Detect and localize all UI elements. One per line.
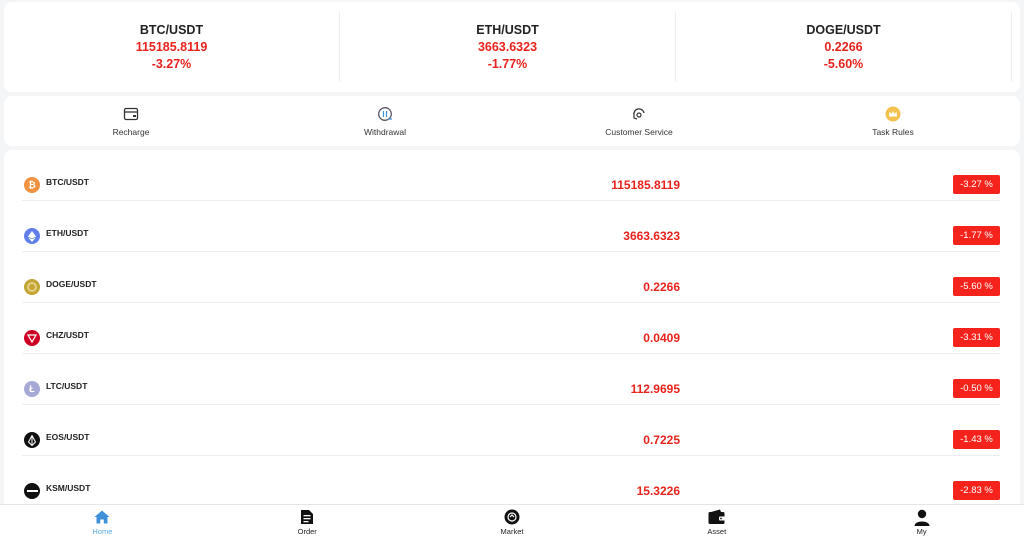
ticker-change: -3.27% bbox=[151, 56, 192, 71]
market-symbol: KSM/USDT bbox=[46, 483, 91, 493]
ticker-price: 0.2266 bbox=[824, 39, 863, 54]
chiliz-icon bbox=[24, 330, 40, 346]
ticker-price: 3663.6323 bbox=[477, 39, 538, 54]
market-icon bbox=[503, 508, 521, 526]
ticker-price: 115185.8119 bbox=[135, 39, 208, 54]
market-symbol: CHZ/USDT bbox=[46, 330, 89, 340]
nav-market[interactable]: Market bbox=[410, 505, 615, 539]
nav-my-label: My bbox=[916, 527, 927, 536]
nav-home[interactable]: Home bbox=[0, 505, 205, 539]
order-document-icon bbox=[298, 508, 316, 526]
market-row-ltc[interactable]: Ł LTC/USDT 112.9695 -0.50 % bbox=[22, 354, 1000, 405]
ticker-pair: ETH/USDT bbox=[476, 22, 539, 37]
market-list: ₿ BTC/USDT 115185.8119 -3.27 % ETH/USDT … bbox=[4, 150, 1020, 504]
market-price: 15.3226 bbox=[636, 484, 680, 498]
change-badge: -3.31 % bbox=[953, 328, 1000, 347]
change-badge: -1.43 % bbox=[953, 430, 1000, 449]
headset-icon bbox=[630, 105, 648, 123]
nav-order[interactable]: Order bbox=[205, 505, 410, 539]
change-badge: -5.60 % bbox=[953, 277, 1000, 296]
market-price: 3663.6323 bbox=[623, 229, 680, 243]
ticker-change: -1.77% bbox=[487, 56, 528, 71]
change-badge: -2.83 % bbox=[953, 481, 1000, 500]
coin-withdraw-icon bbox=[376, 105, 394, 123]
market-symbol: ETH/USDT bbox=[46, 228, 89, 238]
withdrawal-label: Withdrawal bbox=[363, 127, 407, 137]
market-price: 115185.8119 bbox=[611, 178, 680, 192]
ticker-btc[interactable]: BTC/USDT 115185.8119 -3.27% bbox=[4, 12, 340, 82]
market-symbol: LTC/USDT bbox=[46, 381, 88, 391]
market-symbol: DOGE/USDT bbox=[46, 279, 97, 289]
quick-actions: Recharge Withdrawal Customer Service Tas… bbox=[4, 96, 1020, 146]
ethereum-icon bbox=[24, 228, 40, 244]
ticker-summary: BTC/USDT 115185.8119 -3.27% ETH/USDT 366… bbox=[4, 2, 1020, 92]
bottom-nav: Home Order Market Asset My bbox=[0, 504, 1024, 539]
market-row-eth[interactable]: ETH/USDT 3663.6323 -1.77 % bbox=[22, 201, 1000, 252]
bitcoin-icon: ₿ bbox=[24, 177, 40, 193]
market-row-eos[interactable]: EOS/USDT 0.7225 -1.43 % bbox=[22, 405, 1000, 456]
home-icon bbox=[93, 508, 111, 526]
user-icon bbox=[913, 508, 931, 526]
eos-icon bbox=[24, 432, 40, 448]
withdrawal-button[interactable]: Withdrawal bbox=[258, 96, 512, 146]
ticker-pair: DOGE/USDT bbox=[806, 22, 881, 37]
nav-order-label: Order bbox=[297, 527, 317, 536]
nav-my[interactable]: My bbox=[819, 505, 1024, 539]
market-price: 0.7225 bbox=[643, 433, 680, 447]
market-price: 0.0409 bbox=[643, 331, 680, 345]
ticker-eth[interactable]: ETH/USDT 3663.6323 -1.77% bbox=[340, 12, 676, 82]
customer-service-label: Customer Service bbox=[605, 127, 673, 137]
nav-asset-label: Asset bbox=[707, 527, 727, 536]
change-badge: -3.27 % bbox=[953, 175, 1000, 194]
task-rules-button[interactable]: Task Rules bbox=[766, 96, 1020, 146]
task-rules-label: Task Rules bbox=[872, 127, 914, 137]
market-symbol: BTC/USDT bbox=[46, 177, 89, 187]
change-badge: -0.50 % bbox=[953, 379, 1000, 398]
litecoin-icon: Ł bbox=[24, 381, 40, 397]
market-price: 112.9695 bbox=[630, 382, 680, 396]
market-symbol: EOS/USDT bbox=[46, 432, 90, 442]
ticker-change: -5.60% bbox=[823, 56, 864, 71]
ticker-pair: BTC/USDT bbox=[139, 22, 204, 37]
crown-icon bbox=[884, 105, 902, 123]
nav-market-label: Market bbox=[500, 527, 524, 536]
recharge-button[interactable]: Recharge bbox=[4, 96, 258, 146]
market-row-ksm[interactable]: KSM/USDT 15.3226 -2.83 % bbox=[22, 456, 1000, 504]
nav-asset[interactable]: Asset bbox=[614, 505, 819, 539]
market-row-btc[interactable]: ₿ BTC/USDT 115185.8119 -3.27 % bbox=[22, 150, 1000, 201]
recharge-label: Recharge bbox=[112, 127, 150, 137]
market-price: 0.2266 bbox=[643, 280, 680, 294]
change-badge: -1.77 % bbox=[953, 226, 1000, 245]
ticker-doge[interactable]: DOGE/USDT 0.2266 -5.60% bbox=[676, 12, 1012, 82]
wallet-icon bbox=[708, 508, 726, 526]
market-row-doge[interactable]: DOGE/USDT 0.2266 -5.60 % bbox=[22, 252, 1000, 303]
wallet-card-icon bbox=[122, 105, 140, 123]
kusama-icon bbox=[24, 483, 40, 499]
market-row-chz[interactable]: CHZ/USDT 0.0409 -3.31 % bbox=[22, 303, 1000, 354]
nav-home-label: Home bbox=[92, 527, 113, 536]
customer-service-button[interactable]: Customer Service bbox=[512, 96, 766, 146]
dogecoin-icon bbox=[24, 279, 40, 295]
